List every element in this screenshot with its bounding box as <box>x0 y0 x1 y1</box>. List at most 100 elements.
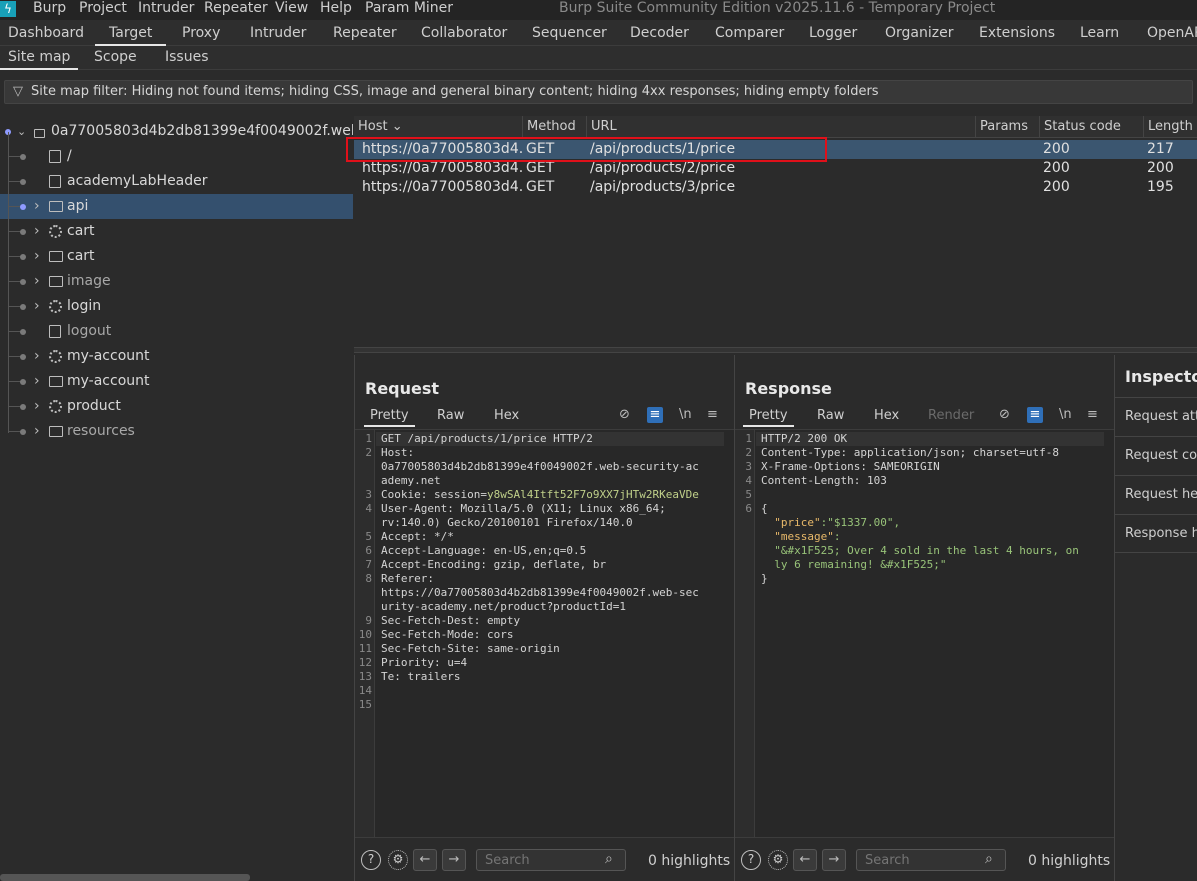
col-params[interactable]: Params <box>975 116 1039 138</box>
site-map-filter-bar[interactable]: ▽ Site map filter: Hiding not found item… <box>4 80 1193 104</box>
response-editor[interactable]: 1 HTTP/2 200 OK 2 Content-Type: application… <box>735 429 1114 837</box>
settings-gear-icon[interactable]: ⚙ <box>388 850 408 870</box>
chevron-right-icon[interactable]: › <box>34 194 40 219</box>
request-tab-hex[interactable]: Hex <box>494 407 519 427</box>
tab-scope[interactable]: Scope <box>94 46 137 70</box>
tab-learn[interactable]: Learn <box>1080 20 1119 46</box>
tab-openapi[interactable]: OpenAPI <box>1147 20 1197 46</box>
tab-comparer[interactable]: Comparer <box>715 20 784 46</box>
tab-extensions[interactable]: Extensions <box>979 20 1055 46</box>
newline-icon[interactable]: \n <box>679 407 692 422</box>
col-length[interactable]: Length <box>1143 116 1197 138</box>
menu-view[interactable]: View <box>275 0 308 20</box>
chevron-right-icon[interactable]: › <box>34 219 40 244</box>
newline-icon[interactable]: \n <box>1059 407 1072 422</box>
wrap-lines-icon[interactable]: ≡ <box>647 407 663 423</box>
tab-dashboard[interactable]: Dashboard <box>8 20 84 46</box>
code-line: User-Agent: Mozilla/5.0 (X11; Linux x86_… <box>381 502 666 515</box>
menu-intruder[interactable]: Intruder <box>138 0 194 20</box>
tree-item[interactable]: › image <box>0 269 353 294</box>
response-tab-raw[interactable]: Raw <box>817 407 844 427</box>
next-match-button[interactable]: → <box>442 849 466 871</box>
inspector-request-cookies[interactable]: Request cookies <box>1115 436 1197 475</box>
response-tab-pretty[interactable]: Pretty <box>743 407 794 427</box>
menu-param-miner[interactable]: Param Miner <box>365 0 453 20</box>
response-tab-render[interactable]: Render <box>928 407 974 427</box>
prev-match-button[interactable]: ← <box>413 849 437 871</box>
file-icon <box>49 150 61 163</box>
tab-site-map[interactable]: Site map <box>0 46 79 70</box>
prev-match-button[interactable]: ← <box>793 849 817 871</box>
settings-gear-icon[interactable]: ⚙ <box>768 850 788 870</box>
tree-item[interactable]: › api <box>0 194 353 219</box>
tree-item-label: resources <box>67 423 135 439</box>
request-search-input[interactable] <box>476 849 626 871</box>
tree-item[interactable]: › product <box>0 394 353 419</box>
line-number: 6 <box>745 502 752 515</box>
tab-decoder[interactable]: Decoder <box>630 20 689 46</box>
horizontal-scrollbar[interactable] <box>0 874 250 881</box>
tab-target[interactable]: Target <box>95 20 167 46</box>
tree-item[interactable]: logout <box>0 319 353 344</box>
inspector-response-headers[interactable]: Response headers <box>1115 514 1197 553</box>
tab-intruder[interactable]: Intruder <box>250 20 306 46</box>
col-host[interactable]: Host ⌄ <box>354 116 524 138</box>
menu-icon[interactable]: ≡ <box>707 407 718 422</box>
code-line: Sec-Fetch-Mode: cors <box>381 628 514 641</box>
tree-item[interactable]: › my-account <box>0 344 353 369</box>
chevron-right-icon[interactable]: › <box>34 369 40 394</box>
tab-repeater[interactable]: Repeater <box>333 20 397 46</box>
gear-icon <box>49 400 62 413</box>
tab-sequencer[interactable]: Sequencer <box>532 20 607 46</box>
tree-item[interactable]: › my-account <box>0 369 353 394</box>
chevron-down-icon[interactable]: ⌄ <box>17 119 26 144</box>
col-url[interactable]: URL <box>586 116 976 138</box>
tree-item[interactable]: › cart <box>0 219 353 244</box>
line-number: 4 <box>365 502 372 515</box>
annotation-highlight-box <box>346 137 827 162</box>
code-line: Referer: <box>381 572 434 585</box>
menu-project[interactable]: Project <box>79 0 127 20</box>
hide-eye-icon[interactable]: ⊘ <box>999 407 1010 422</box>
request-tab-pretty[interactable]: Pretty <box>364 407 415 427</box>
help-icon[interactable]: ? <box>361 850 381 870</box>
request-tab-raw[interactable]: Raw <box>437 407 464 427</box>
menu-icon[interactable]: ≡ <box>1087 407 1098 422</box>
next-match-button[interactable]: → <box>822 849 846 871</box>
col-method[interactable]: Method <box>522 116 586 138</box>
code-line: https://0a77005803d4b2db81399e4f0049002f… <box>381 586 699 599</box>
chevron-right-icon[interactable]: › <box>34 244 40 269</box>
menu-burp[interactable]: Burp <box>33 0 66 20</box>
tree-item[interactable]: / <box>0 144 353 169</box>
request-editor[interactable]: 1 GET /api/products/1/price HTTP/2 2 Host: 0… <box>355 429 734 837</box>
response-search-input[interactable] <box>856 849 1006 871</box>
tab-organizer[interactable]: Organizer <box>885 20 953 46</box>
menu-repeater[interactable]: Repeater <box>204 0 268 20</box>
tree-item[interactable]: academyLabHeader <box>0 169 353 194</box>
chevron-right-icon[interactable]: › <box>34 394 40 419</box>
response-tab-hex[interactable]: Hex <box>874 407 899 427</box>
tree-root[interactable]: ⌄ 0a77005803d4b2db81399e4f0049002f.web-s… <box>0 119 353 144</box>
help-icon[interactable]: ? <box>741 850 761 870</box>
tree-item[interactable]: › resources <box>0 419 353 444</box>
split-divider[interactable] <box>354 347 1197 353</box>
tab-proxy[interactable]: Proxy <box>182 20 220 46</box>
tab-issues[interactable]: Issues <box>165 46 209 70</box>
code-line: "price":"$1337.00", <box>774 516 901 529</box>
tree-item[interactable]: › cart <box>0 244 353 269</box>
chevron-right-icon[interactable]: › <box>34 269 40 294</box>
menu-help[interactable]: Help <box>320 0 352 20</box>
chevron-right-icon[interactable]: › <box>34 419 40 444</box>
col-status-code[interactable]: Status code <box>1039 116 1143 138</box>
table-row[interactable]: https://0a77005803d4... GET/api/products/… <box>354 178 1197 197</box>
hide-eye-icon[interactable]: ⊘ <box>619 407 630 422</box>
wrap-lines-icon[interactable]: ≡ <box>1027 407 1043 423</box>
inspector-request-attributes[interactable]: Request attributes <box>1115 397 1197 436</box>
inspector-request-headers[interactable]: Request headers <box>1115 475 1197 514</box>
chevron-right-icon[interactable]: › <box>34 294 40 319</box>
tree-item[interactable]: › login <box>0 294 353 319</box>
tab-collaborator[interactable]: Collaborator <box>421 20 507 46</box>
chevron-right-icon[interactable]: › <box>34 344 40 369</box>
tab-logger[interactable]: Logger <box>809 20 857 46</box>
sort-desc-icon: ⌄ <box>391 119 403 134</box>
